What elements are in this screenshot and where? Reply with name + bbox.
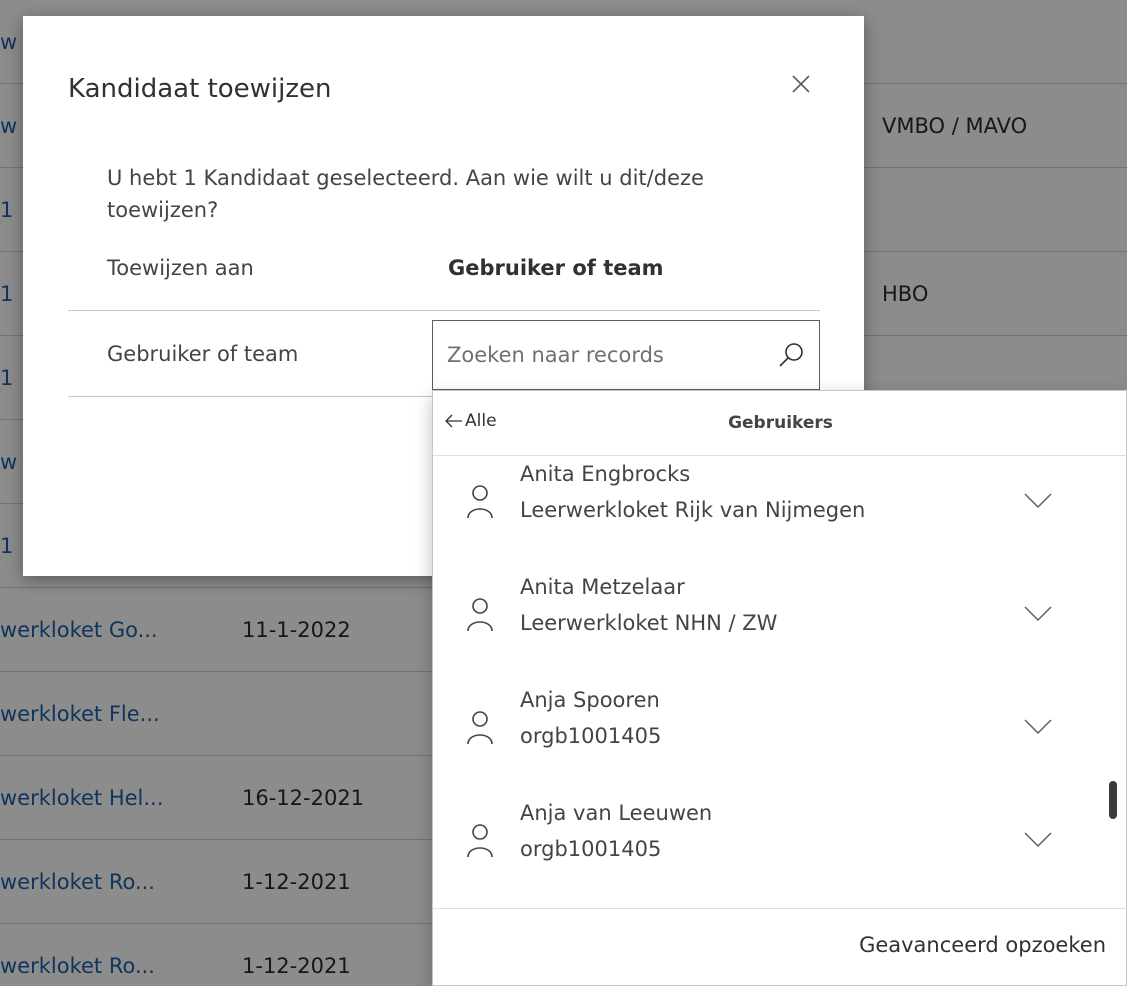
person-icon <box>467 485 493 519</box>
search-icon[interactable] <box>777 341 805 369</box>
lookup-field[interactable] <box>432 320 820 390</box>
flyout-title: Gebruikers <box>728 413 833 433</box>
person-icon <box>467 711 493 745</box>
results-list[interactable]: Anita Engbrocks Leerwerkloket Rijk van N… <box>433 456 1127 908</box>
item-name: Anja van Leeuwen <box>520 801 713 825</box>
scrollbar-thumb[interactable] <box>1109 781 1117 819</box>
dialog-description: U hebt 1 Kandidaat geselecteerd. Aan wie… <box>107 166 704 222</box>
chevron-down-icon[interactable] <box>1023 605 1053 623</box>
list-item[interactable]: Anita Metzelaar Leerwerkloket NHN / ZW <box>433 559 1113 672</box>
chevron-down-icon[interactable] <box>1023 831 1053 849</box>
lookup-flyout: Alle Gebruikers Anita Engbrocks Leerwerk… <box>432 390 1127 986</box>
chevron-down-icon[interactable] <box>1023 718 1053 736</box>
list-item[interactable]: Anita Engbrocks Leerwerkloket Rijk van N… <box>433 456 1113 559</box>
item-subtitle: Leerwerkloket NHN / ZW <box>520 611 778 635</box>
dialog-title: Kandidaat toewijzen <box>68 74 332 104</box>
item-name: Anita Engbrocks <box>520 462 691 486</box>
list-item[interactable]: Anja van Leeuwen orgb1001405 <box>433 785 1113 898</box>
item-name: Anita Metzelaar <box>520 575 685 599</box>
flyout-header: Alle Gebruikers <box>433 391 1127 456</box>
person-icon <box>467 824 493 858</box>
list-item[interactable]: Anja Spooren orgb1001405 <box>433 672 1113 785</box>
advanced-lookup-link[interactable]: Geavanceerd opzoeken <box>859 933 1106 957</box>
search-input[interactable] <box>433 321 763 389</box>
item-name: Anja Spooren <box>520 688 660 712</box>
assign-to-value: Gebruiker of team <box>448 256 664 280</box>
item-subtitle: orgb1001405 <box>520 837 662 861</box>
user-or-team-label: Gebruiker of team <box>107 342 299 366</box>
chevron-down-icon[interactable] <box>1023 492 1053 510</box>
person-icon <box>467 598 493 632</box>
close-icon <box>792 75 810 93</box>
flyout-footer: Geavanceerd opzoeken <box>433 908 1127 986</box>
item-subtitle: Leerwerkloket Rijk van Nijmegen <box>520 498 866 522</box>
assign-to-label: Toewijzen aan <box>107 256 254 280</box>
divider <box>68 310 820 311</box>
close-button[interactable] <box>783 66 819 102</box>
item-subtitle: orgb1001405 <box>520 724 662 748</box>
